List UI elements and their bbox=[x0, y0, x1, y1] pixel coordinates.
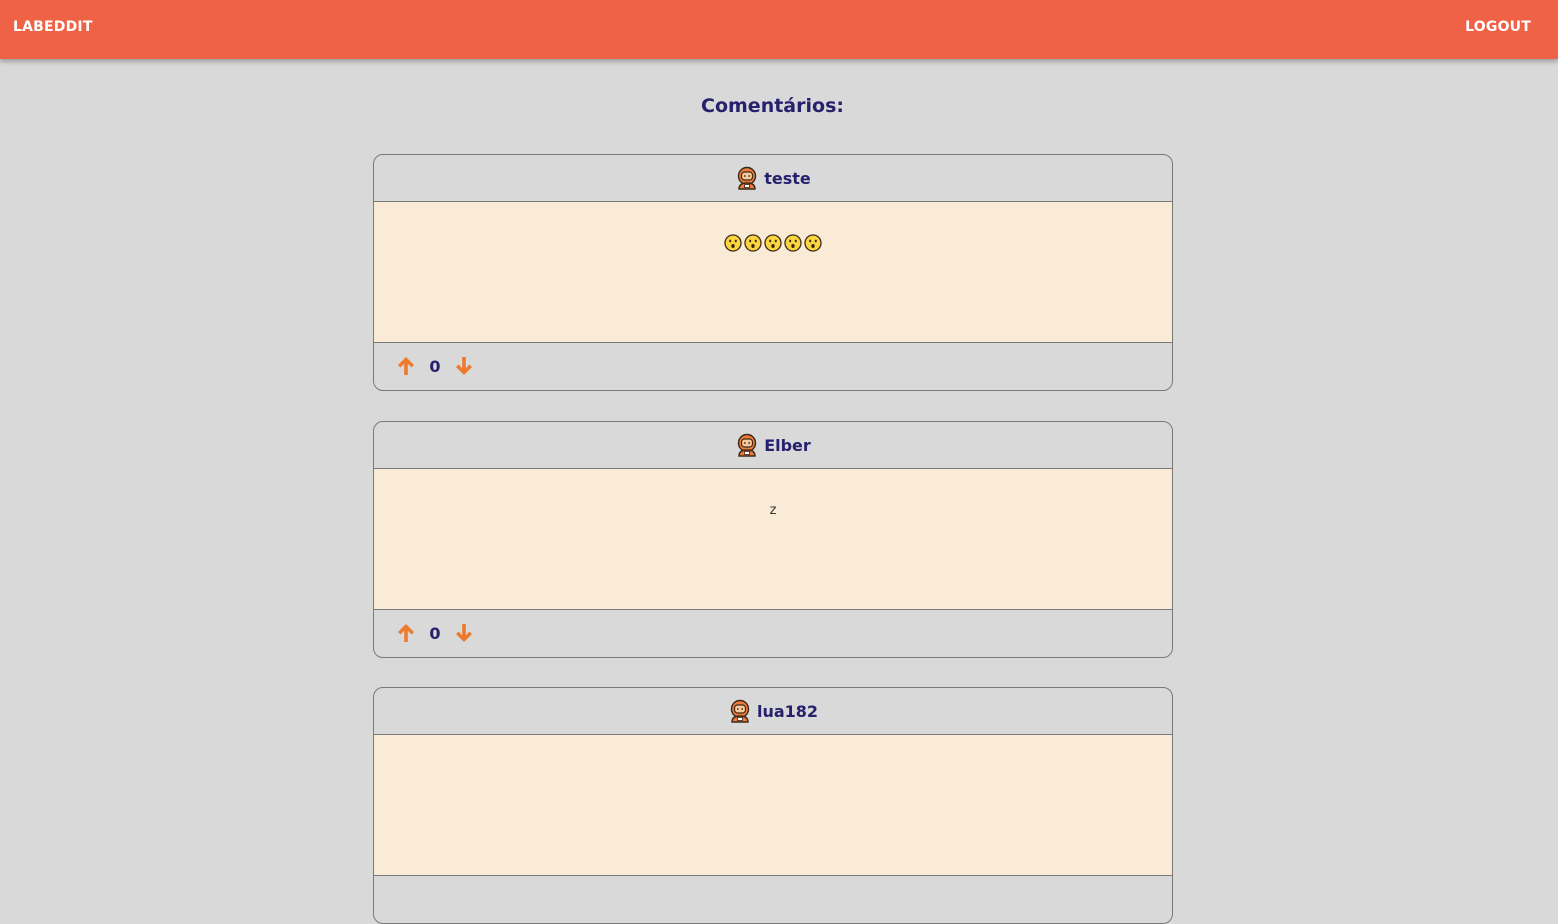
comment-footer: 0 bbox=[374, 610, 1172, 656]
vote-count: 0 bbox=[429, 623, 441, 643]
comment-author: teste bbox=[764, 168, 811, 188]
arrow-down-icon[interactable] bbox=[453, 622, 475, 644]
brand-logo[interactable]: LABEDDIT bbox=[13, 19, 93, 35]
top-bar: LABEDDIT LOGOUT bbox=[0, 0, 1558, 59]
comment-header: lua182 bbox=[374, 688, 1172, 735]
comment-header: Elber bbox=[374, 422, 1172, 469]
astonished-face-icon bbox=[784, 234, 802, 252]
comment-header: teste bbox=[374, 155, 1172, 202]
comment-body bbox=[374, 202, 1172, 343]
arrow-up-icon[interactable] bbox=[395, 355, 417, 377]
astonished-face-icon bbox=[764, 234, 782, 252]
comment-body: z bbox=[374, 469, 1172, 610]
astronaut-icon bbox=[735, 433, 759, 457]
arrow-down-icon[interactable] bbox=[453, 355, 475, 377]
logout-button[interactable]: LOGOUT bbox=[1465, 19, 1531, 35]
comment-author: lua182 bbox=[756, 701, 819, 721]
comment-body bbox=[374, 735, 1172, 876]
comment-text bbox=[724, 234, 822, 252]
comment-footer: 0 bbox=[374, 343, 1172, 389]
astonished-face-icon bbox=[804, 234, 822, 252]
page-title: Comentários: bbox=[701, 95, 844, 117]
comment-card: Elber z 0 bbox=[373, 421, 1173, 658]
comment-card: lua182 bbox=[373, 687, 1173, 924]
arrow-up-icon[interactable] bbox=[395, 622, 417, 644]
vote-count: 0 bbox=[429, 356, 441, 376]
astonished-face-icon bbox=[724, 234, 742, 252]
astonished-face-icon bbox=[744, 234, 762, 252]
comment-author: Elber bbox=[764, 435, 811, 455]
astronaut-icon bbox=[728, 699, 752, 723]
comment-text: z bbox=[769, 503, 777, 518]
astronaut-icon bbox=[735, 166, 759, 190]
comment-card: teste 0 bbox=[373, 154, 1173, 391]
